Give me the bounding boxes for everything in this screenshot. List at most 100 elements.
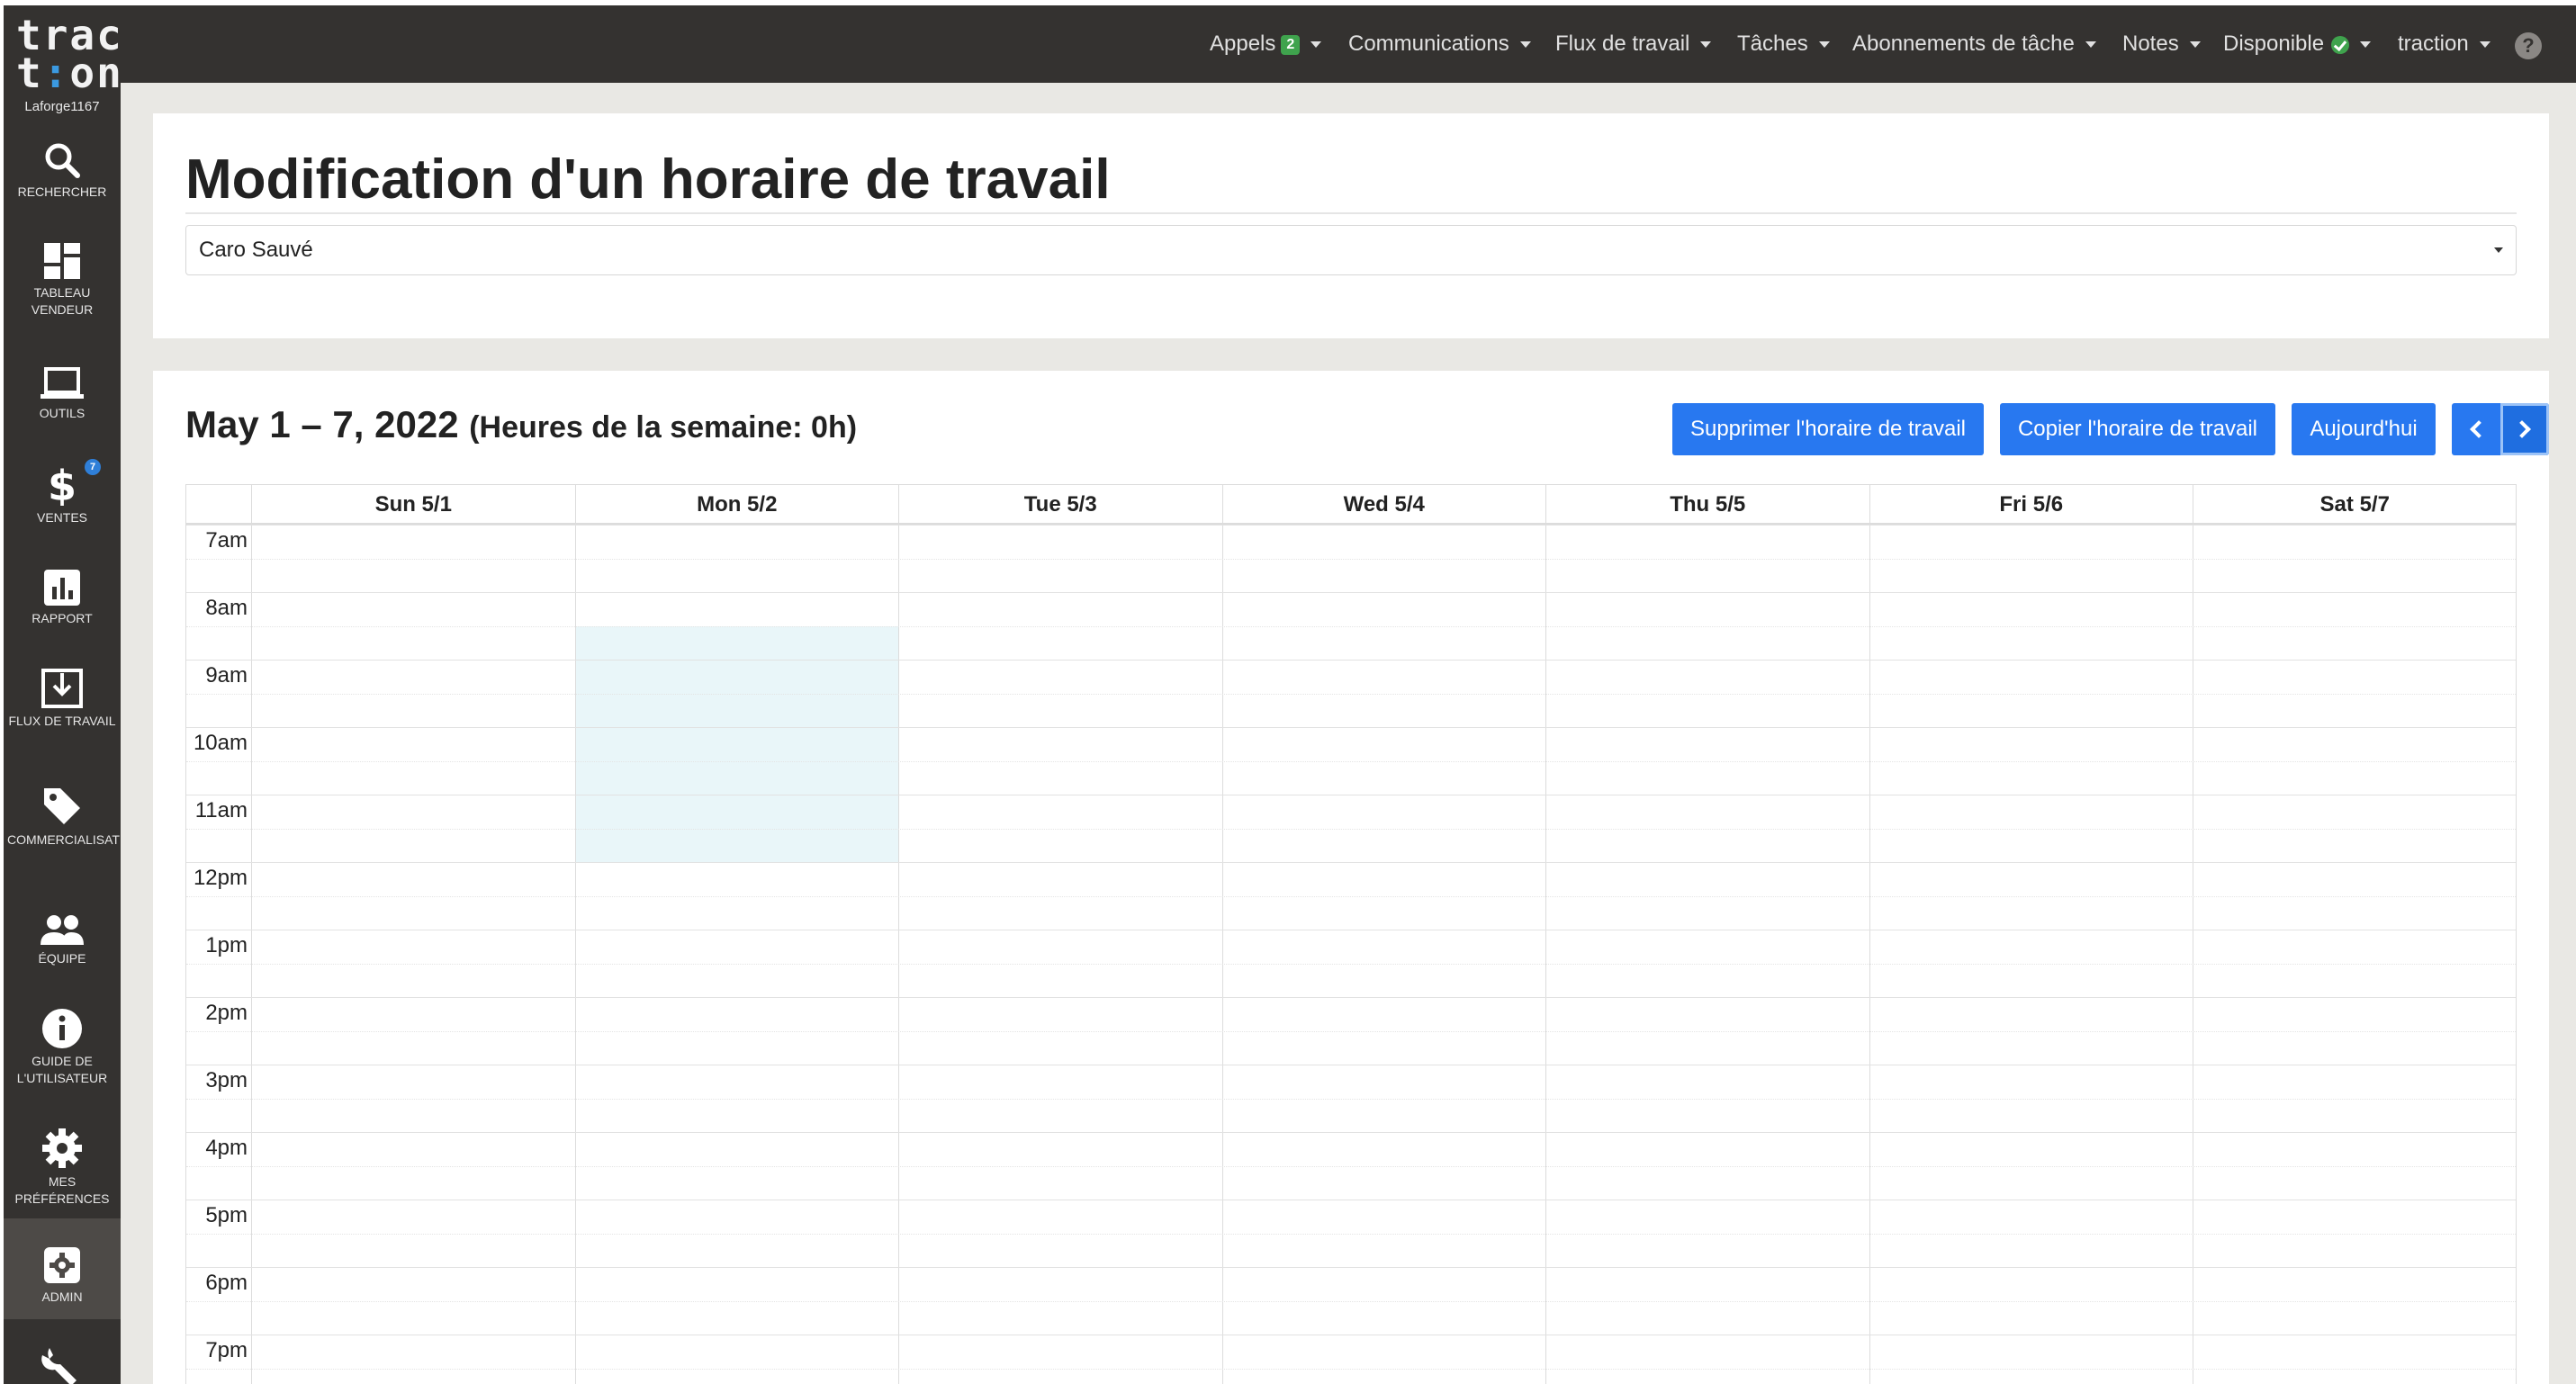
gear-icon <box>42 1128 82 1168</box>
menu-appels[interactable]: Appels 2 <box>1210 29 1322 59</box>
copy-schedule-button[interactable]: Copier l'horaire de travail <box>2000 403 2275 455</box>
sidebar-item-rapport[interactable]: Rapport <box>4 569 121 641</box>
half-hour-gridline <box>186 1368 2516 1370</box>
sidebar-item-equipe[interactable]: Équipe <box>4 914 121 986</box>
laptop-icon <box>41 367 84 399</box>
chevron-down-icon <box>2085 41 2096 49</box>
menu-disponible[interactable]: Disponible <box>2223 29 2372 59</box>
hour-gridline <box>186 862 2516 863</box>
admin-gear-icon <box>44 1247 80 1283</box>
schedule-header-panel: Modification d'un horaire de travail Car… <box>153 113 2549 338</box>
day-header: Fri 5/6 <box>1869 485 2193 525</box>
download-tray-icon <box>41 669 83 708</box>
employee-select[interactable]: Caro Sauvé <box>185 225 2517 275</box>
next-week-button[interactable] <box>2500 403 2549 455</box>
help-icon[interactable]: ? <box>2515 32 2542 59</box>
sidebar-item-tableau-vendeur[interactable]: Tableau vendeur <box>4 241 121 331</box>
time-label: 11am <box>194 798 248 822</box>
sidebar-item-label: Rechercher <box>17 184 107 199</box>
app-logo[interactable]: trac t:on Laforge1167 <box>4 5 121 122</box>
sidebar-item-flux-de-travail[interactable]: Flux de travail <box>4 668 121 758</box>
time-label: 4pm <box>205 1136 248 1160</box>
time-label: 9am <box>205 663 248 688</box>
day-column-divider <box>1221 525 1223 1384</box>
week-range-title: May 1 – 7, 2022 (Heures de la semaine: 0… <box>185 403 857 446</box>
menu-abonnements[interactable]: Abonnements de tâche <box>1852 29 2096 59</box>
chevron-down-icon <box>1818 41 1830 49</box>
search-icon <box>45 143 80 178</box>
appels-count-badge: 2 <box>1281 34 1301 55</box>
time-label: 7am <box>205 528 248 553</box>
half-hour-gridline <box>186 963 2516 965</box>
time-label: 6pm <box>205 1271 248 1295</box>
menu-user[interactable]: traction <box>2398 29 2490 59</box>
hour-gridline <box>186 592 2516 593</box>
week-hours-summary: (Heures de la semaine: 0h) <box>469 410 858 445</box>
main-content: Modification d'un horaire de travail Car… <box>121 83 2576 1384</box>
half-hour-gridline <box>186 625 2516 627</box>
sidebar-item-label: Flux de travail <box>8 714 116 728</box>
half-hour-gridline <box>186 693 2516 695</box>
hour-gridline <box>186 997 2516 998</box>
sidebar-item-label: Outils <box>39 406 86 420</box>
menu-flux-de-travail[interactable]: Flux de travail <box>1555 29 1712 59</box>
sidebar-item-label: Ventes <box>36 510 87 525</box>
day-column-divider <box>1545 525 1546 1384</box>
half-hour-gridline <box>186 1030 2516 1032</box>
time-label: 7pm <box>205 1338 248 1362</box>
sidebar-item-outils[interactable]: Outils <box>4 365 121 437</box>
svg-text:$: $ <box>48 463 77 506</box>
page-title: Modification d'un horaire de travail <box>185 148 1111 211</box>
hour-gridline <box>186 727 2516 728</box>
chevron-down-icon <box>2360 41 2372 49</box>
delete-schedule-button[interactable]: Supprimer l'horaire de travail <box>1672 403 1984 455</box>
sidebar-item-label: Commercialisation <box>7 832 121 847</box>
calendar-panel: May 1 – 7, 2022 (Heures de la semaine: 0… <box>153 338 2549 1384</box>
calendar-day-headers: Sun 5/1 Mon 5/2 Tue 5/3 Wed 5/4 Thu 5/5 Fri 5… <box>186 485 2516 525</box>
day-column-divider <box>898 525 899 1384</box>
selected-time-slot[interactable] <box>575 625 898 862</box>
chevron-down-icon <box>1700 41 1712 49</box>
time-label: 5pm <box>205 1203 248 1227</box>
day-header: Tue 5/3 <box>898 485 1222 525</box>
day-header: Sat 5/7 <box>2193 485 2517 525</box>
day-column-divider <box>574 525 576 1384</box>
sidebar-item-ventes[interactable]: 7 $ Ventes <box>4 459 121 540</box>
half-hour-gridline <box>186 558 2516 560</box>
tag-icon <box>44 788 80 824</box>
sidebar-item-admin[interactable]: Admin <box>4 1218 121 1319</box>
chevron-down-icon <box>1519 41 1531 49</box>
hour-gridline <box>186 660 2516 661</box>
time-label: 8am <box>205 596 248 620</box>
sidebar: trac t:on Laforge1167 Rechercher Tableau… <box>4 5 121 1384</box>
menu-notes[interactable]: Notes <box>2122 29 2201 59</box>
day-column-divider <box>251 525 252 1384</box>
sidebar-item-guide-utilisateur[interactable]: Guide de l'utilisateur <box>4 1008 121 1098</box>
sidebar-item-rechercher[interactable]: Rechercher <box>4 140 121 221</box>
half-hour-gridline <box>186 895 2516 897</box>
menu-taches[interactable]: Tâches <box>1737 29 1830 59</box>
chevron-down-icon <box>2494 247 2503 253</box>
half-hour-gridline <box>186 1165 2516 1167</box>
sidebar-item-tools[interactable] <box>4 1346 121 1384</box>
hour-gridline <box>186 1267 2516 1268</box>
previous-week-button[interactable] <box>2452 403 2500 455</box>
people-icon <box>41 915 84 945</box>
sidebar-item-label: Admin <box>41 1290 83 1304</box>
top-navigation-bar: Appels 2 Communications Flux de travail T… <box>121 5 2576 83</box>
half-hour-gridline <box>186 1233 2516 1235</box>
time-label: 12pm <box>193 866 248 890</box>
time-label: 10am <box>193 731 248 755</box>
hour-gridline <box>186 1132 2516 1133</box>
sidebar-item-commercialisation[interactable]: Commercialisation <box>4 785 121 875</box>
menu-communications[interactable]: Communications <box>1348 29 1531 59</box>
half-hour-gridline <box>186 1098 2516 1100</box>
sidebar-item-label: Guide de l'utilisateur <box>16 1054 108 1085</box>
sidebar-item-label: Équipe <box>38 951 86 966</box>
sidebar-item-mes-preferences[interactable]: Mes préférences <box>4 1127 121 1217</box>
wrench-icon <box>41 1348 77 1384</box>
today-button[interactable]: Aujourd'hui <box>2292 403 2436 455</box>
day-column-divider <box>1869 525 1870 1384</box>
time-label: 3pm <box>205 1068 248 1092</box>
sidebar-item-label: Mes préférences <box>14 1174 110 1206</box>
